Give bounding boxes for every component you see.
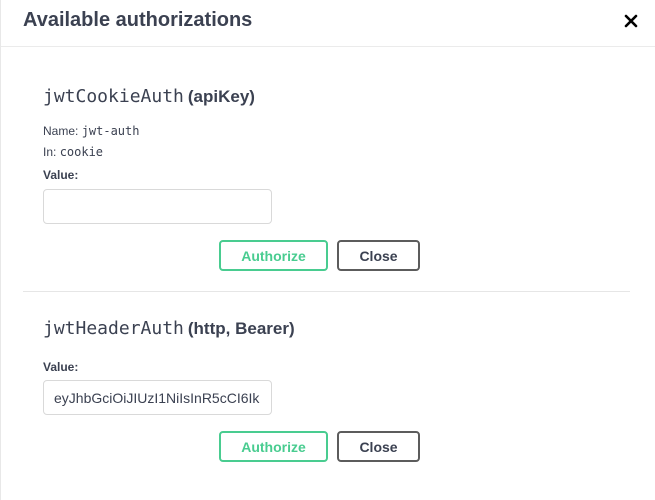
section-divider (23, 291, 630, 292)
authorizations-modal: Available authorizations jwtCookieAuth (a… (0, 0, 655, 500)
authorize-button[interactable]: Authorize (219, 431, 328, 462)
scheme-name: jwtCookieAuth (43, 86, 184, 107)
close-button[interactable]: Close (337, 240, 420, 271)
scheme-type: (apiKey) (187, 87, 255, 106)
param-name-label: Name: (43, 124, 79, 138)
scheme-type: (http, Bearer) (187, 319, 295, 338)
close-x-icon[interactable] (622, 12, 640, 30)
api-key-value-input[interactable] (43, 189, 272, 224)
scheme-title: jwtCookieAuth (apiKey) (43, 86, 255, 107)
param-in-label: In: (43, 145, 57, 159)
modal-title: Available authorizations (23, 9, 253, 31)
bearer-token-input[interactable] (43, 380, 272, 415)
scheme-param-name: Name: jwt-auth (43, 124, 139, 138)
scheme-param-in: In: cookie (43, 145, 103, 159)
auth-scheme-jwt-cookie: jwtCookieAuth (apiKey) Name: jwt-auth In:… (43, 86, 420, 271)
modal-header: Available authorizations (1, 0, 655, 47)
authorize-button[interactable]: Authorize (219, 240, 328, 271)
auth-scheme-jwt-header: jwtHeaderAuth(http, Bearer) Value: Autho… (43, 318, 420, 462)
scheme-title: jwtHeaderAuth (http, Bearer) (43, 318, 295, 339)
close-button[interactable]: Close (337, 431, 420, 462)
value-label: Value: (43, 168, 79, 182)
value-label: Value: (43, 360, 79, 374)
param-in-value: cookie (59, 145, 104, 159)
param-name-value: jwt-auth (81, 124, 140, 138)
scheme-name: jwtHeaderAuth (43, 318, 184, 339)
